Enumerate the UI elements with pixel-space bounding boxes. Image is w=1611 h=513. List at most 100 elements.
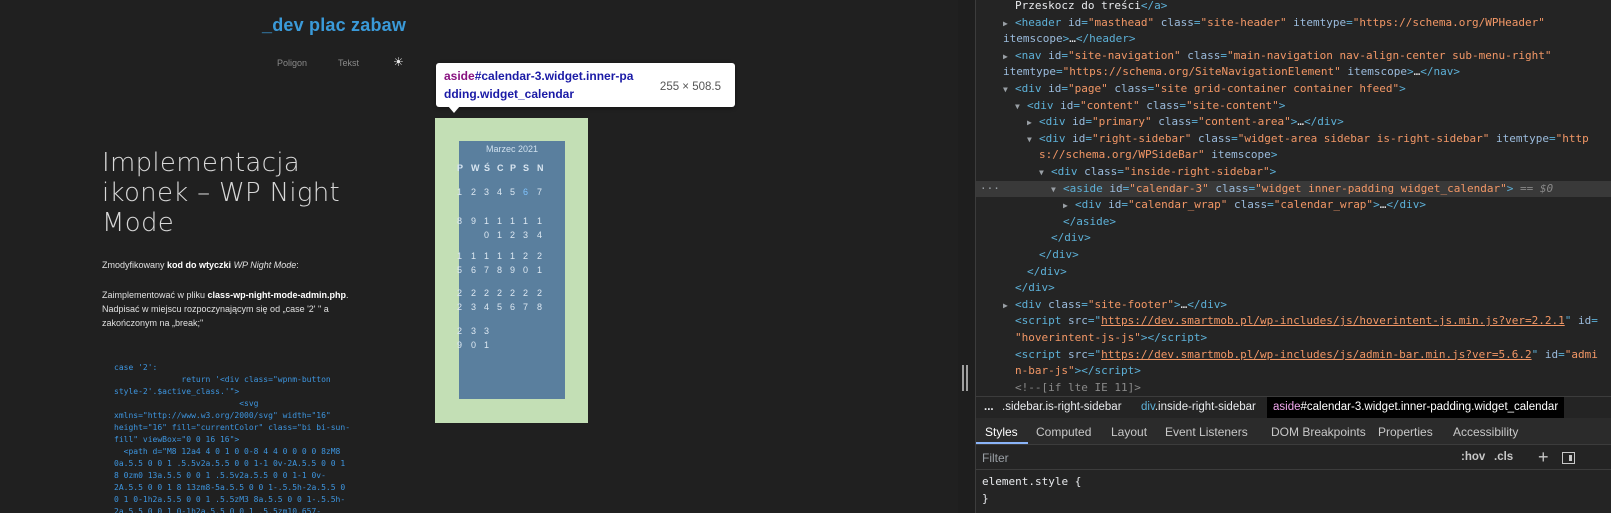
- dom-node-nav-cont[interactable]: itemtype="https://schema.org/SiteNavigat…: [976, 64, 1611, 81]
- calendar-day: 18: [497, 251, 503, 275]
- active-tab-indicator: [976, 442, 1028, 444]
- tab-accessibility[interactable]: Accessibility: [1453, 425, 1518, 439]
- calendar-weekday-header: N: [537, 163, 544, 173]
- calendar-weekday-header: P: [457, 163, 464, 173]
- dom-node-primary[interactable]: ▶ <div id="primary" class="content-area">…: [976, 114, 1611, 131]
- calendar-day: 22: [457, 288, 463, 312]
- post-title: Implementacja ikonek – WP Night Mode: [102, 148, 341, 238]
- dom-node-footer[interactable]: ▶ <div class="site-footer">…</div>: [976, 297, 1611, 314]
- dom-node-skip-link[interactable]: Przeskocz do treści</a>: [976, 0, 1611, 15]
- calendar-day: 19: [510, 251, 516, 275]
- dom-node-script-adminbar[interactable]: <script src="https://dev.smartmob.pl/wp-…: [976, 347, 1611, 364]
- tooltip-selector-line-2: dding.widget_calendar: [444, 87, 575, 101]
- dom-node-nav[interactable]: ▶ <nav id="site-navigation" class="main-n…: [976, 48, 1611, 65]
- breadcrumb-aside-active[interactable]: aside#calendar-3.widget.inner-padding.wi…: [1267, 397, 1565, 418]
- dom-node-inside-right-sidebar[interactable]: ▼ <div class="inside-right-sidebar">: [976, 164, 1611, 181]
- nav-link-tekst[interactable]: Tekst: [338, 58, 359, 68]
- calendar-day: 1: [457, 187, 463, 197]
- calendar-day: 4: [497, 187, 503, 197]
- dom-node-close-div[interactable]: </div>: [976, 264, 1611, 281]
- calendar-day: 14: [537, 216, 543, 240]
- tab-layout[interactable]: Layout: [1111, 425, 1147, 439]
- dom-node-close-div[interactable]: </div>: [976, 247, 1611, 264]
- expand-triangle-icon[interactable]: ▶: [1063, 198, 1075, 215]
- site-title[interactable]: _dev plac zabaw: [262, 15, 406, 36]
- dom-node-header-cont[interactable]: itemscope>…</header>: [976, 31, 1611, 48]
- dom-tree: Przeskocz do treści</a> ▶ <header id="mas…: [976, 0, 1611, 394]
- code-block: case '2': return '<div class="wpnm-butto…: [114, 363, 351, 513]
- calendar-weekday-header: S: [523, 163, 530, 173]
- dom-node-close-div[interactable]: </div>: [976, 230, 1611, 247]
- dom-node-right-sidebar-cont[interactable]: s://schema.org/WPSideBar" itemscope>: [976, 147, 1611, 164]
- breadcrumb: ... .sidebar.is-right-sidebar div.inside…: [976, 396, 1611, 418]
- dom-node-close-aside[interactable]: </aside>: [976, 214, 1611, 231]
- calendar-day: 11: [497, 216, 503, 240]
- tooltip-size: 255 × 508.5: [659, 81, 721, 93]
- calendar-day: 15: [457, 251, 463, 275]
- collapse-triangle-icon[interactable]: ▼: [1027, 132, 1039, 149]
- breadcrumb-right-sidebar[interactable]: .sidebar.is-right-sidebar: [1002, 401, 1122, 413]
- tab-styles[interactable]: Styles: [985, 425, 1018, 439]
- dom-node-script-adminbar-cont[interactable]: n-bar-js"></script>: [976, 363, 1611, 380]
- dom-node-right-sidebar[interactable]: ▼ <div id="right-sidebar" class="widget-a…: [976, 131, 1611, 148]
- calendar-weekday-header: Ś: [484, 163, 491, 173]
- expand-triangle-icon[interactable]: ▶: [1003, 49, 1015, 66]
- tab-event-listeners[interactable]: Event Listeners: [1165, 425, 1248, 439]
- dom-node-page[interactable]: ▼ <div id="page" class="site grid-contain…: [976, 81, 1611, 98]
- calendar-day: 29: [457, 326, 463, 350]
- tab-computed[interactable]: Computed: [1036, 425, 1091, 439]
- element-style-close: }: [982, 492, 989, 505]
- breadcrumb-more[interactable]: ...: [984, 401, 994, 413]
- calendar-day: 2: [471, 187, 477, 197]
- hover-state-toggle[interactable]: :hov: [1461, 451, 1485, 463]
- dom-node-script-hoverintent-cont[interactable]: "hoverintent-js-js"></script>: [976, 330, 1611, 347]
- dom-node-calendar-wrap[interactable]: ▶ <div id="calendar_wrap" class="calendar…: [976, 197, 1611, 214]
- styles-filter-input[interactable]: [982, 450, 1382, 466]
- nav-link-poligon[interactable]: Poligon: [277, 58, 307, 68]
- collapse-triangle-icon[interactable]: ▼: [1051, 182, 1063, 199]
- styles-filter-bar: :hov .cls +: [976, 446, 1611, 470]
- dom-node-content[interactable]: ▼ <div id="content" class="site-content">: [976, 98, 1611, 115]
- breadcrumb-inside-right-sidebar[interactable]: div.inside-right-sidebar: [1141, 401, 1256, 413]
- expand-triangle-icon[interactable]: ▶: [1027, 115, 1039, 132]
- expand-triangle-icon[interactable]: ▶: [1003, 298, 1015, 315]
- calendar-day: 5: [510, 187, 516, 197]
- dom-node-close-div[interactable]: </div>: [976, 280, 1611, 297]
- sun-icon[interactable]: ☀: [393, 56, 404, 68]
- page-viewport: _dev plac zabaw Poligon Tekst ☀ Implemen…: [0, 0, 958, 513]
- calendar-day: 10: [484, 216, 490, 240]
- calendar-day[interactable]: 6: [523, 185, 531, 199]
- collapse-triangle-icon[interactable]: ▼: [1039, 165, 1051, 182]
- calendar-day: 31: [484, 326, 490, 350]
- expand-triangle-icon[interactable]: ▶: [1003, 16, 1015, 33]
- dom-node-comment[interactable]: <!--[if lte IE 11]>: [976, 380, 1611, 394]
- tab-dom-breakpoints[interactable]: DOM Breakpoints: [1271, 425, 1366, 439]
- script-link[interactable]: https://dev.smartmob.pl/wp-includes/js/h…: [1101, 314, 1565, 327]
- tooltip-arrow: [448, 106, 460, 113]
- element-style-rule[interactable]: element.style {: [982, 475, 1081, 488]
- calendar-day: 21: [537, 251, 543, 275]
- paragraph-1: Zmodyfikowany kod do wtyczki WP Night Mo…: [102, 260, 299, 270]
- calendar-day: 17: [484, 251, 490, 275]
- sidebar-toggle-icon[interactable]: [1562, 452, 1575, 464]
- calendar-caption: Marzec 2021: [485, 144, 539, 154]
- collapse-triangle-icon[interactable]: ▼: [1003, 82, 1015, 99]
- tooltip-selector-line-1: aside#calendar-3.widget.inner-pa: [444, 69, 634, 83]
- dom-node-header[interactable]: ▶ <header id="masthead" class="site-heade…: [976, 15, 1611, 32]
- paragraph-2: Zaimplementować w pliku class-wp-night-m…: [102, 290, 349, 328]
- calendar-day: 25: [497, 288, 503, 312]
- script-link[interactable]: https://dev.smartmob.pl/wp-includes/js/a…: [1101, 348, 1531, 361]
- dom-node-aside-selected[interactable]: ··· ▼ <aside id="calendar-3" class="widget…: [976, 180, 1611, 199]
- calendar-day: 26: [510, 288, 516, 312]
- more-options-icon[interactable]: ···: [980, 181, 1000, 198]
- dom-node-script-hoverintent[interactable]: <script src="https://dev.smartmob.pl/wp-…: [976, 313, 1611, 330]
- tab-properties[interactable]: Properties: [1378, 425, 1433, 439]
- class-toggle[interactable]: .cls: [1494, 451, 1513, 463]
- collapse-triangle-icon[interactable]: ▼: [1015, 99, 1027, 116]
- calendar-day: 16: [471, 251, 477, 275]
- calendar-day: 7: [537, 187, 543, 197]
- calendar-weekday-header: C: [497, 163, 504, 173]
- calendar-day: 8: [457, 216, 463, 226]
- plus-icon[interactable]: +: [1538, 447, 1549, 468]
- panel-resize-handle[interactable]: [962, 365, 970, 391]
